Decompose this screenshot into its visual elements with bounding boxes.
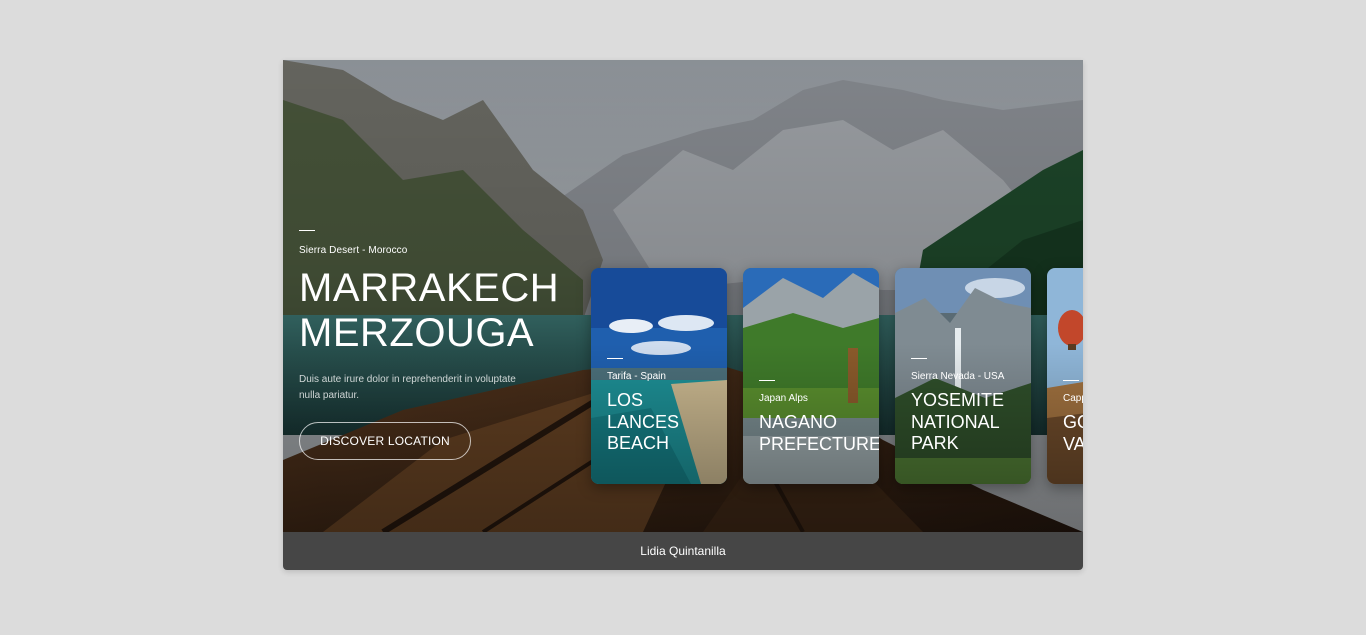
destination-card-yosemite[interactable]: Sierra Nevada - USA YOSEMITE NATIONAL PA… [895,268,1031,484]
card-title: LOS LANCES BEACH [607,390,680,453]
card-location: Cappadocia [1063,393,1083,404]
card-location: Sierra Nevada - USA [911,371,1005,382]
card-title: NAGANO PREFECTURE [759,412,879,454]
hero-caption: Sierra Desert - Morocco MARRAKECH MERZOU… [299,230,599,460]
destination-card-los-lances[interactable]: Tarifa - Spain LOS LANCES BEACH [591,268,727,484]
card-title: YOSEMITE NATIONAL PARK [911,390,1005,453]
footer-author: Lidia Quintanilla [283,532,1083,570]
card-title: GOREME VALLEY [1063,412,1083,454]
destination-card-cappadocia[interactable]: Cappadocia GOREME VALLEY [1047,268,1083,484]
card-location: Tarifa - Spain [607,371,666,382]
hero-divider [299,230,315,231]
card-location: Japan Alps [759,393,808,404]
discover-location-button[interactable]: DISCOVER LOCATION [299,422,471,460]
hero-title: MARRAKECH MERZOUGA [299,266,599,356]
card-divider [1063,380,1079,381]
card-divider [759,380,775,381]
hero-description: Duis aute irure dolor in reprehenderit i… [299,374,516,401]
card-divider [911,358,927,359]
slider-frame: Sierra Desert - Morocco MARRAKECH MERZOU… [283,60,1083,570]
hero-title-line-1: MARRAKECH [299,266,560,310]
destination-card-nagano[interactable]: Japan Alps NAGANO PREFECTURE [743,268,879,484]
hero-slide: Sierra Desert - Morocco MARRAKECH MERZOU… [283,60,1083,532]
card-divider [607,358,623,359]
hero-location: Sierra Desert - Morocco [299,245,408,256]
hero-title-line-2: MERZOUGA [299,311,535,355]
